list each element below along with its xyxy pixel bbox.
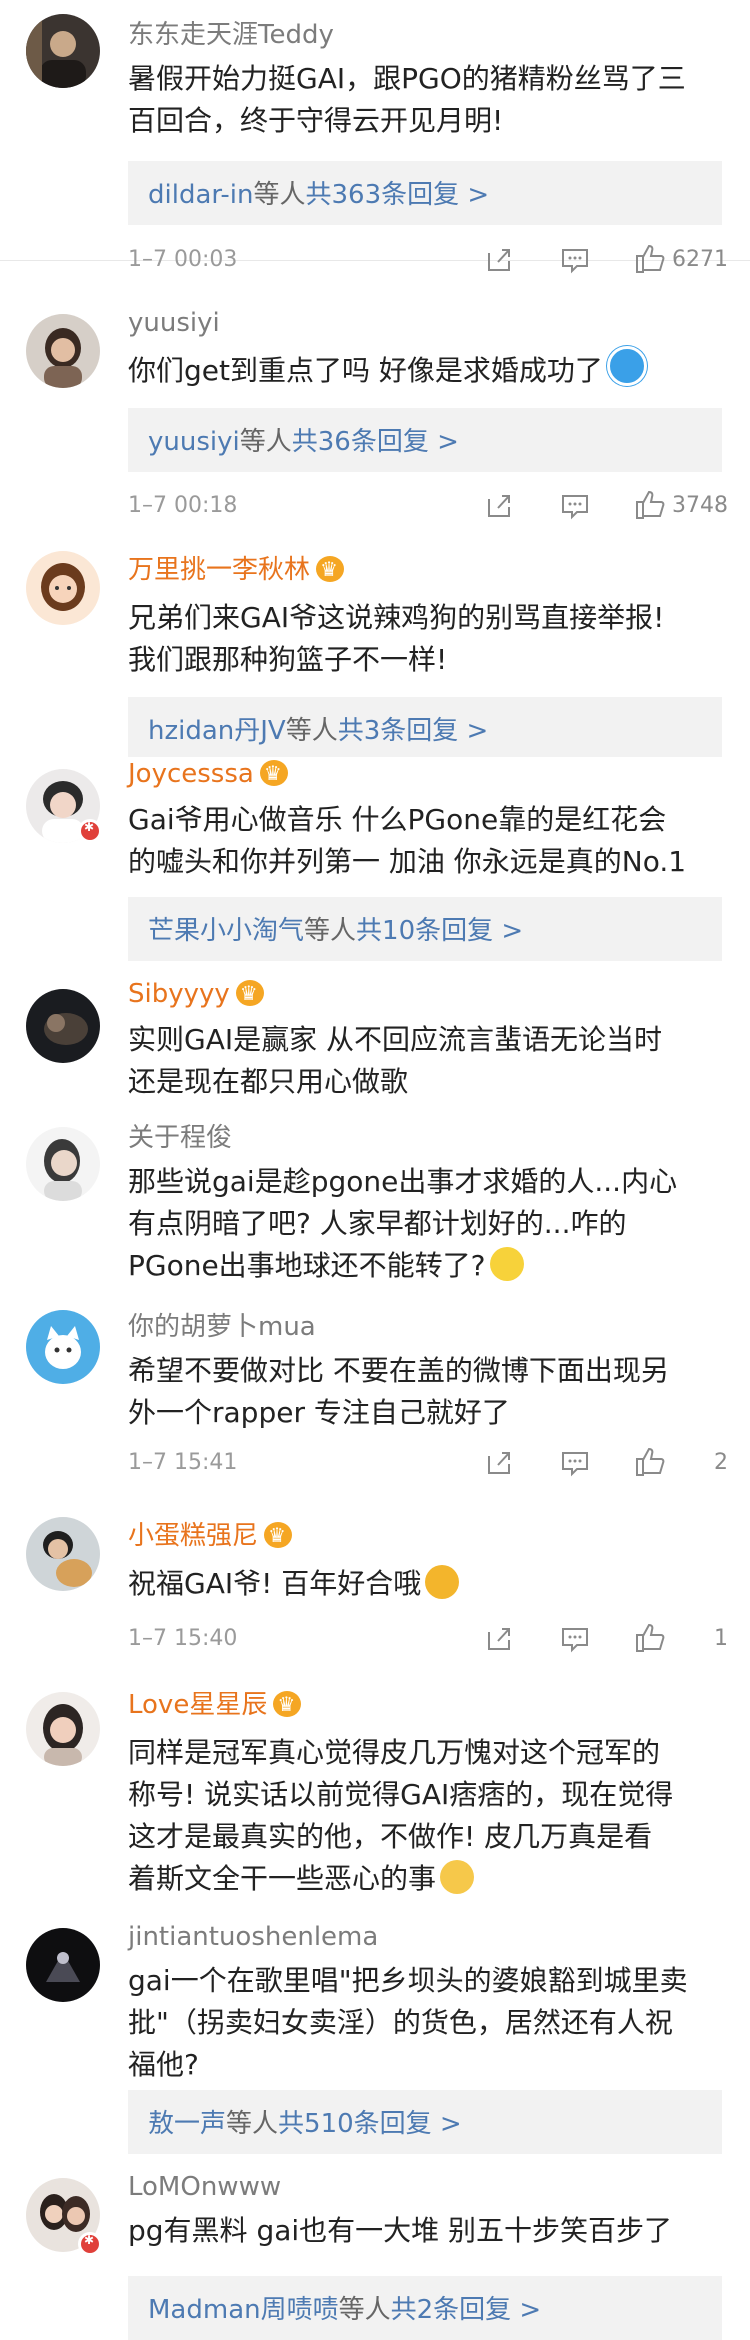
shrug-emoji-icon bbox=[440, 1860, 475, 1894]
comment-item: Love星星辰 同样是冠军真心觉得皮几万愧对这个冠军的称号! 说实话以前觉得GA… bbox=[0, 1668, 750, 1913]
avatar[interactable] bbox=[26, 314, 100, 388]
comment-text: 兄弟们来GAI爷这说辣鸡狗的别骂直接举报! 我们跟那种狗篮子不一样! bbox=[128, 601, 665, 676]
reply-count-link: 共363条回复 > bbox=[305, 180, 490, 210]
avatar[interactable] bbox=[26, 989, 100, 1063]
like-count: 1 bbox=[714, 1626, 728, 1651]
reply-count-link: 共2条回复 > bbox=[390, 2295, 542, 2325]
avatar[interactable] bbox=[26, 1310, 100, 1384]
thumb-up-icon[interactable] bbox=[634, 243, 666, 275]
like-count: 6271 bbox=[672, 247, 728, 272]
crown-icon bbox=[259, 756, 288, 790]
timestamp: 1–7 00:18 bbox=[128, 493, 238, 518]
comment-item: Sibyyyy 实则GAI是赢家 从不回应流言蜚语无论当时还是现在都只用心做歌 bbox=[0, 967, 750, 1108]
share-icon[interactable] bbox=[484, 245, 514, 275]
share-icon[interactable] bbox=[484, 491, 514, 521]
reply-count-link: 共3条回复 > bbox=[337, 716, 489, 746]
comment-text: pg有黑料 gai也有一大堆 别五十步笑百步了 bbox=[128, 2214, 673, 2247]
crown-icon bbox=[316, 552, 345, 586]
comment-text: 祝福GAI爷! 百年好合哦 bbox=[128, 1563, 728, 1605]
comment-text: 暑假开始力挺GAI，跟PGO的猪精粉丝骂了三 百回合，终于守得云开见月明! bbox=[128, 62, 686, 137]
crown-icon bbox=[273, 1687, 302, 1721]
username[interactable]: 万里挑一李秋林 bbox=[128, 552, 345, 587]
comment-item: 你的胡萝卜mua 希望不要做对比 不要在盖的微博下面出现另 外一个rapper 专… bbox=[0, 1300, 750, 1478]
username[interactable]: yuusiyi bbox=[128, 306, 220, 340]
timestamp: 1–7 00:03 bbox=[128, 247, 238, 272]
verified-badge-icon bbox=[78, 2232, 102, 2256]
reply-summary[interactable]: 敖一声等人共510条回复 > bbox=[128, 2090, 722, 2154]
avatar[interactable] bbox=[26, 551, 100, 625]
comment-meta: 1–7 00:03 6271 bbox=[128, 241, 728, 281]
username[interactable]: 你的胡萝卜mua bbox=[128, 1310, 316, 1344]
comment-item: jintiantuoshenlema gai一个在歌里唱"把乡坝头的婆娘豁到城里… bbox=[0, 1912, 750, 2159]
username[interactable]: 东东走天涯Teddy bbox=[128, 18, 334, 52]
thumb-up-icon[interactable] bbox=[634, 489, 666, 521]
timestamp: 1–7 15:41 bbox=[128, 1450, 238, 1475]
reply-summary[interactable]: Madman周啧啧等人共2条回复 > bbox=[128, 2276, 722, 2340]
thumb-up-icon[interactable] bbox=[634, 1622, 666, 1654]
comment-text: 那些说gai是趁pgone出事才求婚的人...内心 有点阴暗了吧? 人家早都计划好… bbox=[128, 1165, 678, 1282]
like-count: 2 bbox=[714, 1450, 728, 1475]
comment-meta: 1–7 00:18 3748 bbox=[128, 487, 728, 527]
reply-summary[interactable]: 芒果小小淘气等人共10条回复 > bbox=[128, 897, 722, 961]
reply-count-link: 共36条回复 > bbox=[291, 427, 459, 457]
reply-count-link: 共510条回复 > bbox=[278, 2109, 462, 2139]
reply-summary[interactable]: dildar-in等人共363条回复 > bbox=[128, 161, 722, 225]
timestamp: 1–7 15:40 bbox=[128, 1626, 238, 1651]
username[interactable]: Sibyyyy bbox=[128, 976, 264, 1011]
crown-icon bbox=[264, 1518, 293, 1552]
thumb-up-icon[interactable] bbox=[634, 1446, 666, 1478]
avatar[interactable] bbox=[26, 1517, 100, 1591]
username[interactable]: LoMOnwww bbox=[128, 2170, 281, 2204]
comment-item: 东东走天涯Teddy 暑假开始力挺GAI，跟PGO的猪精粉丝骂了三 百回合，终于守… bbox=[0, 0, 750, 274]
avatar[interactable] bbox=[26, 1127, 100, 1201]
comment-icon[interactable] bbox=[560, 1448, 590, 1478]
share-icon[interactable] bbox=[484, 1448, 514, 1478]
username[interactable]: 小蛋糕强尼 bbox=[128, 1518, 293, 1553]
verified-badge-icon bbox=[78, 819, 102, 843]
comment-text: 希望不要做对比 不要在盖的微博下面出现另 外一个rapper 专注自己就好了 bbox=[128, 1354, 669, 1429]
comment-text: Gai爷用心做音乐 什么PGone靠的是红花会 的嘘头和你并列第一 加油 你永远是… bbox=[128, 803, 687, 878]
comment-item: 万里挑一李秋林 兄弟们来GAI爷这说辣鸡狗的别骂直接举报!我们跟那种狗篮子不一样… bbox=[0, 527, 750, 761]
comment-icon[interactable] bbox=[560, 491, 590, 521]
like-count: 3748 bbox=[672, 493, 728, 518]
reply-count-link: 共10条回复 > bbox=[356, 916, 524, 946]
laugh-emoji-icon bbox=[425, 1565, 460, 1599]
comment-text: 你们get到重点了吗 好像是求婚成功了 bbox=[128, 346, 728, 392]
avatar[interactable] bbox=[26, 1692, 100, 1766]
comment-meta: 1–7 15:40 1 bbox=[128, 1620, 728, 1660]
reply-summary[interactable]: hzidan丹JV等人共3条回复 > bbox=[128, 697, 722, 761]
crown-icon bbox=[235, 976, 264, 1010]
avatar[interactable] bbox=[26, 1928, 100, 2002]
comment-item: Joycesssa Gai爷用心做音乐 什么PGone靠的是红花会的嘘头和你并列… bbox=[0, 756, 750, 968]
username[interactable]: Joycesssa bbox=[128, 756, 288, 791]
comment-item: LoMOnwww pg有黑料 gai也有一大堆 别五十步笑百步了 Madman周… bbox=[0, 2158, 750, 2340]
comment-item: 关于程俊 那些说gai是趁pgone出事才求婚的人...内心 有点阴暗了吧? 人家… bbox=[0, 1107, 750, 1301]
comment-text: 实则GAI是赢家 从不回应流言蜚语无论当时 还是现在都只用心做歌 bbox=[128, 1023, 663, 1098]
username[interactable]: Love星星辰 bbox=[128, 1687, 302, 1722]
comment-text: gai一个在歌里唱"把乡坝头的婆娘豁到城里卖 批"（拐卖妇女卖淫）的货色，居然还有… bbox=[128, 1964, 688, 2081]
comment-item: 小蛋糕强尼 祝福GAI爷! 百年好合哦 1–7 15:40 1 bbox=[0, 1477, 750, 1669]
avatar[interactable] bbox=[26, 14, 100, 88]
comment-text: 同样是冠军真心觉得皮几万愧对这个冠军的 称号! 说实话以前觉得GAI痞痞的，现在觉… bbox=[128, 1736, 674, 1895]
doraemon-emoji-icon bbox=[606, 346, 647, 386]
comment-icon[interactable] bbox=[560, 1624, 590, 1654]
username[interactable]: jintiantuoshenlema bbox=[128, 1920, 378, 1954]
comment-item: yuusiyi 你们get到重点了吗 好像是求婚成功了 yuusiyi等人共36… bbox=[0, 290, 750, 528]
smile-emoji-icon bbox=[489, 1247, 524, 1281]
share-icon[interactable] bbox=[484, 1624, 514, 1654]
reply-summary[interactable]: yuusiyi等人共36条回复 > bbox=[128, 408, 722, 472]
comment-icon[interactable] bbox=[560, 245, 590, 275]
username[interactable]: 关于程俊 bbox=[128, 1121, 232, 1155]
